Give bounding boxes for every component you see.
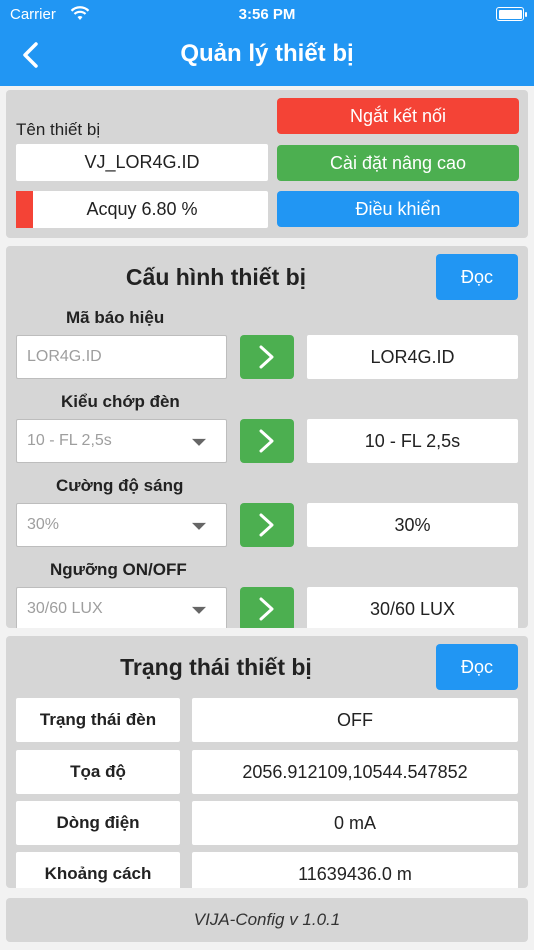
brightness-selected: 30% xyxy=(27,516,60,533)
config-card: Cấu hình thiết bị Đọc Mã báo hiệu LOR4G.… xyxy=(6,246,528,628)
apply-flash-pattern-button[interactable] xyxy=(240,419,294,463)
config-field-label: Ngưỡng ON/OFF xyxy=(50,560,187,579)
carrier-label: Carrier xyxy=(10,6,56,23)
flash-pattern-select[interactable]: 10 - FL 2,5s xyxy=(16,419,227,463)
device-name-label: Tên thiết bị xyxy=(16,120,101,139)
state-row-label: Dòng điện xyxy=(16,801,180,845)
version-footer: VIJA-Config v 1.0.1 xyxy=(6,898,528,942)
chevron-right-icon xyxy=(259,597,274,621)
dropdown-arrow-icon xyxy=(192,438,206,446)
chevron-right-icon xyxy=(259,513,274,537)
brightness-value: 30% xyxy=(307,503,518,547)
clock: 3:56 PM xyxy=(238,6,296,23)
page-title: Quản lý thiết bị xyxy=(180,40,354,67)
beacon-code-value: LOR4G.ID xyxy=(307,335,518,379)
disconnect-button[interactable]: Ngắt kết nối xyxy=(277,98,519,134)
threshold-selected: 30/60 LUX xyxy=(27,600,103,617)
threshold-value: 30/60 LUX xyxy=(307,587,518,628)
dropdown-arrow-icon xyxy=(192,522,206,530)
brightness-select[interactable]: 30% xyxy=(16,503,227,547)
status-bar: Carrier 3:56 PM xyxy=(10,6,527,26)
state-row-value: OFF xyxy=(192,698,518,742)
dropdown-arrow-icon xyxy=(192,606,206,614)
config-field-label: Mã báo hiệu xyxy=(66,308,165,327)
apply-brightness-button[interactable] xyxy=(240,503,294,547)
config-title: Cấu hình thiết bị xyxy=(125,264,307,290)
battery-icon xyxy=(496,7,527,21)
device-name-value: VJ_LOR4G.ID xyxy=(16,144,268,181)
state-read-button[interactable]: Đọc xyxy=(436,644,518,690)
battery-level-bar xyxy=(16,191,34,228)
chevron-right-icon xyxy=(259,345,274,369)
state-row-value: 2056.912109,10544.547852 xyxy=(192,750,518,794)
control-button[interactable]: Điều khiển xyxy=(277,191,519,227)
threshold-select[interactable]: 30/60 LUX xyxy=(16,587,227,628)
battery-box: Acquy 6.80 % xyxy=(16,191,268,228)
state-row-value: 0 mA xyxy=(192,801,518,845)
apply-beacon-code-button[interactable] xyxy=(240,335,294,379)
flash-pattern-value: 10 - FL 2,5s xyxy=(307,419,518,463)
device-card: Tên thiết bị VJ_LOR4G.ID Acquy 6.80 % Ng… xyxy=(6,90,528,238)
apply-threshold-button[interactable] xyxy=(240,587,294,628)
state-row-label: Khoảng cách xyxy=(16,852,180,888)
app-header: Carrier 3:56 PM Quản lý thiết bị xyxy=(0,0,534,86)
flash-pattern-selected: 10 - FL 2,5s xyxy=(27,432,112,449)
state-row-label: Trạng thái đèn xyxy=(16,698,180,742)
config-field-label: Kiểu chớp đèn xyxy=(61,392,180,411)
state-title: Trạng thái thiết bị xyxy=(120,654,312,680)
beacon-code-input[interactable]: LOR4G.ID xyxy=(16,335,227,379)
config-field-label: Cường độ sáng xyxy=(56,476,184,495)
advanced-settings-button[interactable]: Cài đặt nâng cao xyxy=(277,145,519,181)
config-read-button[interactable]: Đọc xyxy=(436,254,518,300)
state-row-label: Tọa độ xyxy=(16,750,180,794)
chevron-right-icon xyxy=(259,429,274,453)
wifi-icon xyxy=(70,6,90,26)
state-card: Trạng thái thiết bị Đọc Trạng thái đèn O… xyxy=(6,636,528,888)
battery-text: Acquy 6.80 % xyxy=(86,199,198,219)
state-row-value: 11639436.0 m xyxy=(192,852,518,888)
